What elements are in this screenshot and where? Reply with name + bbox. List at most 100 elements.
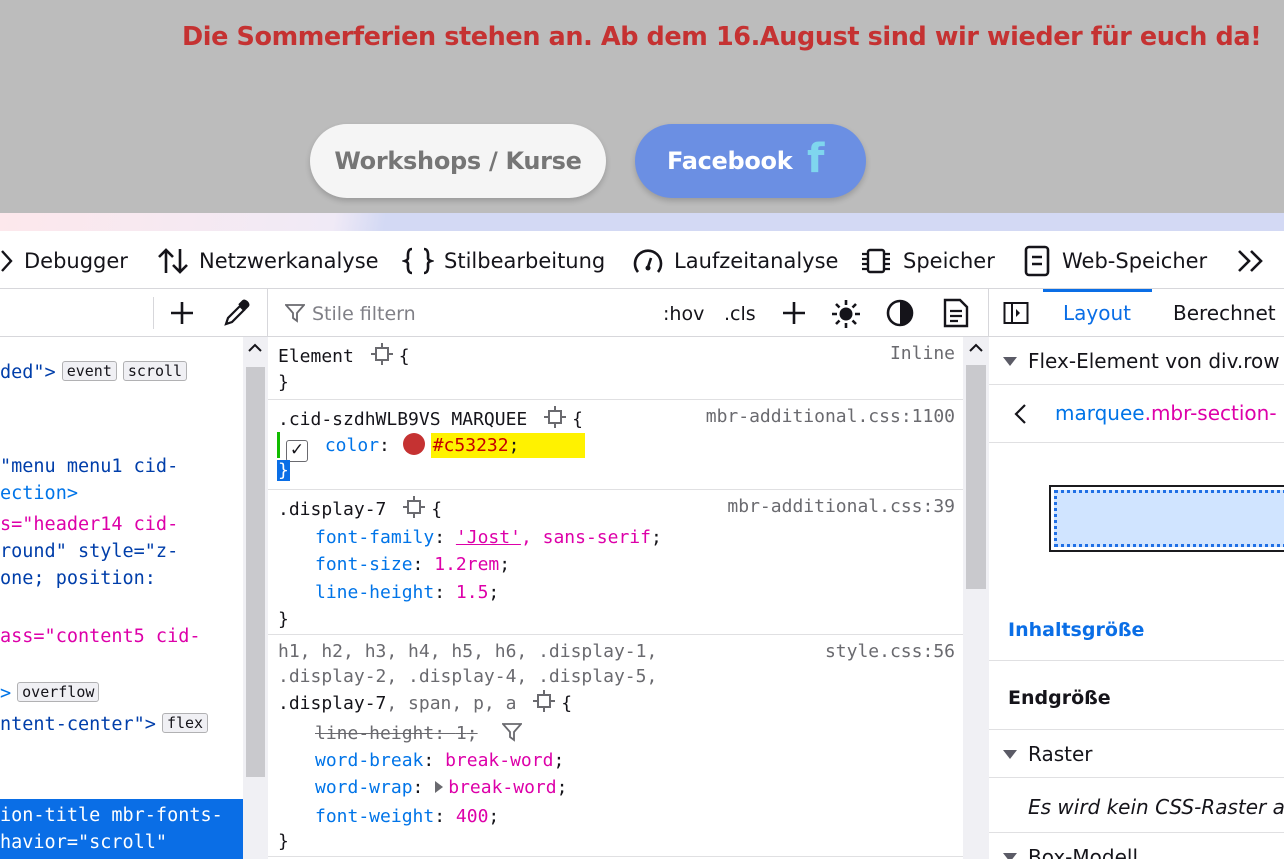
- markup-line-selected[interactable]: ion-title mbr-fonts-: [0, 802, 223, 829]
- rules-scroll-thumb[interactable]: [966, 365, 986, 589]
- rule-selector-line: .display-2, .display-4, .display-5,: [278, 666, 658, 687]
- rule-source[interactable]: mbr-additional.css:1100: [706, 406, 955, 427]
- markup-line[interactable]: ass="content5 cid-: [0, 623, 200, 650]
- back-chevron-icon[interactable]: [1013, 403, 1027, 425]
- rule-selector: .cid-szdhWLB9VS MARQUEE {: [278, 406, 583, 430]
- chevron-right-icon: [1, 250, 13, 272]
- overflow-badge[interactable]: overflow: [17, 682, 100, 702]
- tab-network[interactable]: Netzwerkanalyse: [157, 245, 379, 277]
- tab-label: Netzwerkanalyse: [199, 249, 379, 273]
- rule-selector-line: h1, h2, h3, h4, h5, h6, .display-1,: [278, 641, 658, 662]
- toolbar-separator: [153, 297, 154, 329]
- declaration-font-family[interactable]: font-family: 'Jost', sans-serif;: [315, 527, 662, 548]
- markup-line[interactable]: round" style="z-: [0, 538, 178, 565]
- grid-section-header[interactable]: Raster: [989, 730, 1284, 778]
- markup-line[interactable]: > overflow: [0, 680, 100, 707]
- markup-line[interactable]: "menu menu1 cid-: [0, 453, 178, 480]
- facebook-button[interactable]: Facebook f: [635, 124, 866, 198]
- eyedropper-icon[interactable]: [223, 299, 251, 327]
- filter-icon: [285, 304, 305, 323]
- tab-debugger[interactable]: Debugger: [0, 245, 128, 277]
- highlight-selector-icon[interactable]: [403, 496, 426, 518]
- facebook-icon: f: [807, 136, 825, 182]
- toggle-sidebar-icon[interactable]: [1003, 301, 1029, 325]
- arrows-updown-icon: [158, 248, 188, 274]
- markup-scrollbar[interactable]: [243, 337, 268, 859]
- storage-icon: [1024, 245, 1050, 277]
- styles-filter-input[interactable]: Stile filtern: [312, 301, 642, 327]
- tab-label: Laufzeitanalyse: [674, 249, 839, 273]
- scroll-up-icon[interactable]: [248, 343, 262, 353]
- sidebar-tab-bar: Layout Berechnet: [989, 289, 1284, 337]
- markup-tree: ded"> event scroll "menu menu1 cid- ection…: [0, 337, 243, 859]
- rule-source[interactable]: style.css:56: [825, 641, 955, 662]
- declaration-line-height-overridden[interactable]: line-height: 1;: [315, 722, 524, 744]
- declaration-color[interactable]: ✓ color: #c53232;: [286, 433, 586, 462]
- color-swatch[interactable]: [402, 433, 425, 455]
- chip-icon: [862, 248, 890, 274]
- highlight-selector-icon[interactable]: [370, 343, 393, 365]
- tab-layout[interactable]: Layout: [1043, 289, 1152, 337]
- dark-mode-icon[interactable]: [886, 299, 914, 327]
- declaration-word-break[interactable]: word-break: break-word;: [315, 750, 564, 771]
- flex-item-breadcrumb[interactable]: marquee.mbr-section-: [989, 385, 1284, 443]
- rules-toolbar: Stile filtern :hov .cls: [268, 289, 989, 337]
- enable-checkbox[interactable]: ✓: [286, 440, 308, 462]
- print-media-icon[interactable]: [943, 298, 969, 328]
- rules-scrollbar[interactable]: [963, 337, 989, 859]
- markup-panel: ded"> event scroll "menu menu1 cid- ection…: [0, 289, 268, 859]
- declaration-font-weight[interactable]: font-weight: 400;: [315, 806, 499, 827]
- declaration-line-height[interactable]: line-height: 1.5;: [315, 582, 499, 603]
- filter-overridden-icon[interactable]: [501, 722, 524, 742]
- markup-line[interactable]: one; position:: [0, 565, 156, 592]
- edited-value[interactable]: #c53232;: [430, 433, 586, 458]
- more-tabs-button[interactable]: [1236, 245, 1276, 277]
- gauge-icon: [633, 249, 663, 273]
- rule-selector-line: .display-7, span, p, a {: [278, 690, 572, 714]
- tab-label: Web-Speicher: [1062, 249, 1208, 273]
- changed-marker: [277, 432, 280, 458]
- markup-scroll-thumb[interactable]: [246, 367, 265, 777]
- light-mode-icon[interactable]: [830, 298, 862, 330]
- rules-panel: Stile filtern :hov .cls Element { Inline…: [268, 289, 989, 859]
- tab-storage[interactable]: Web-Speicher: [1022, 245, 1207, 277]
- add-node-icon[interactable]: [170, 301, 194, 325]
- markup-line-selected[interactable]: havior="scroll": [0, 829, 167, 856]
- tab-memory[interactable]: Speicher: [859, 245, 995, 277]
- final-size-label: Endgröße: [1008, 687, 1111, 709]
- tab-label: Debugger: [24, 249, 128, 273]
- declaration-word-wrap[interactable]: word-wrap: break-word;: [315, 777, 567, 798]
- event-badge[interactable]: event: [61, 361, 117, 381]
- highlight-selector-icon[interactable]: [533, 690, 556, 712]
- markup-line[interactable]: s="header14 cid-: [0, 511, 178, 538]
- markup-line[interactable]: ection>: [0, 480, 78, 507]
- markup-line[interactable]: ded"> event scroll: [0, 359, 188, 386]
- box-model-section-header[interactable]: Box-Modell: [989, 833, 1284, 859]
- rules-list: Element { Inline } .cid-szdhWLB9VS MARQU…: [268, 337, 963, 859]
- expand-triangle-icon[interactable]: [434, 780, 444, 794]
- rule-source[interactable]: Inline: [890, 343, 955, 364]
- markup-line[interactable]: ntent-center"> flex: [0, 711, 209, 738]
- closing-brace-selected: }: [277, 460, 290, 481]
- class-toggle[interactable]: .cls: [724, 301, 756, 327]
- tab-style-editor[interactable]: Stilbearbeitung: [402, 245, 605, 277]
- scroll-badge[interactable]: scroll: [122, 361, 188, 381]
- rule-source[interactable]: mbr-additional.css:39: [727, 496, 955, 517]
- no-grid-message: Es wird kein CSS-Raster au: [1028, 795, 1284, 819]
- flex-item-section-header[interactable]: Flex-Element von div.row: [989, 337, 1284, 385]
- tab-label: Speicher: [903, 249, 995, 273]
- flex-badge[interactable]: flex: [161, 713, 209, 733]
- tab-performance[interactable]: Laufzeitanalyse: [632, 245, 838, 277]
- flex-item-content-box: [1054, 490, 1284, 547]
- markup-toolbar: [0, 289, 268, 337]
- add-rule-icon[interactable]: [782, 301, 806, 325]
- tab-computed[interactable]: Berechnet: [1173, 301, 1276, 325]
- workshops-button[interactable]: Workshops / Kurse: [310, 124, 606, 198]
- scroll-up-icon[interactable]: [969, 343, 983, 353]
- content-size-label[interactable]: Inhaltsgröße: [1008, 619, 1144, 641]
- collapse-triangle-icon: [1003, 357, 1017, 366]
- declaration-font-size[interactable]: font-size: 1.2rem;: [315, 554, 510, 575]
- hover-pseudo-toggle[interactable]: :hov: [663, 301, 704, 327]
- page-preview: Die Sommerferien stehen an. Ab dem 16.Au…: [0, 0, 1284, 213]
- highlight-selector-icon[interactable]: [544, 406, 567, 428]
